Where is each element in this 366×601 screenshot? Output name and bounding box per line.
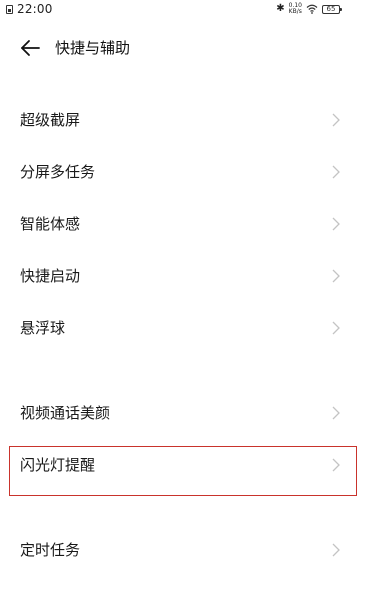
chevron-right-icon <box>332 321 340 335</box>
list-item-label: 分屏多任务 <box>20 163 96 181</box>
list-item-super-screenshot[interactable]: 超级截屏 <box>0 94 366 146</box>
settings-page: 22:00 ✱ 0.10 KB/s 65 快捷与辅助 超级截屏 分屏多任务 智能… <box>0 0 366 601</box>
list-item-label: 快捷启动 <box>20 267 81 285</box>
status-left: 22:00 <box>6 3 53 15</box>
sim-card-icon <box>6 4 13 14</box>
list-item-label: 悬浮球 <box>20 319 66 337</box>
back-arrow-icon[interactable] <box>20 39 40 57</box>
chevron-right-icon <box>332 217 340 231</box>
list-item-scheduled-tasks[interactable]: 定时任务 <box>0 524 366 576</box>
network-speed: 0.10 KB/s <box>289 3 302 15</box>
battery-icon: 65 <box>322 4 342 14</box>
chevron-right-icon <box>332 406 340 420</box>
status-time: 22:00 <box>17 2 53 16</box>
chevron-right-icon <box>332 543 340 557</box>
list-item-quick-launch[interactable]: 快捷启动 <box>0 250 366 302</box>
list-item-smart-motion[interactable]: 智能体感 <box>0 198 366 250</box>
list-item-split-screen[interactable]: 分屏多任务 <box>0 146 366 198</box>
chevron-right-icon <box>332 165 340 179</box>
status-right: ✱ 0.10 KB/s 65 <box>276 3 342 15</box>
page-title: 快捷与辅助 <box>55 39 131 57</box>
list-item-flash-notification[interactable]: 闪光灯提醒 <box>0 439 366 491</box>
list-item-video-call-beauty[interactable]: 视频通话美颜 <box>0 387 366 439</box>
bluetooth-icon: ✱ <box>276 3 285 14</box>
chevron-right-icon <box>332 458 340 472</box>
list-item-label: 超级截屏 <box>20 111 81 129</box>
network-speed-unit: KB/s <box>288 8 302 15</box>
list-item-label: 定时任务 <box>20 541 81 559</box>
header: 快捷与辅助 <box>0 30 366 66</box>
chevron-right-icon <box>332 269 340 283</box>
battery-level: 65 <box>326 4 336 13</box>
list-item-label: 闪光灯提醒 <box>20 456 96 474</box>
list-item-label: 视频通话美颜 <box>20 404 111 422</box>
list-item-floating-ball[interactable]: 悬浮球 <box>0 302 366 354</box>
wifi-icon <box>306 4 318 14</box>
status-bar: 22:00 ✱ 0.10 KB/s 65 <box>0 0 366 20</box>
list-item-label: 智能体感 <box>20 215 81 233</box>
chevron-right-icon <box>332 113 340 127</box>
